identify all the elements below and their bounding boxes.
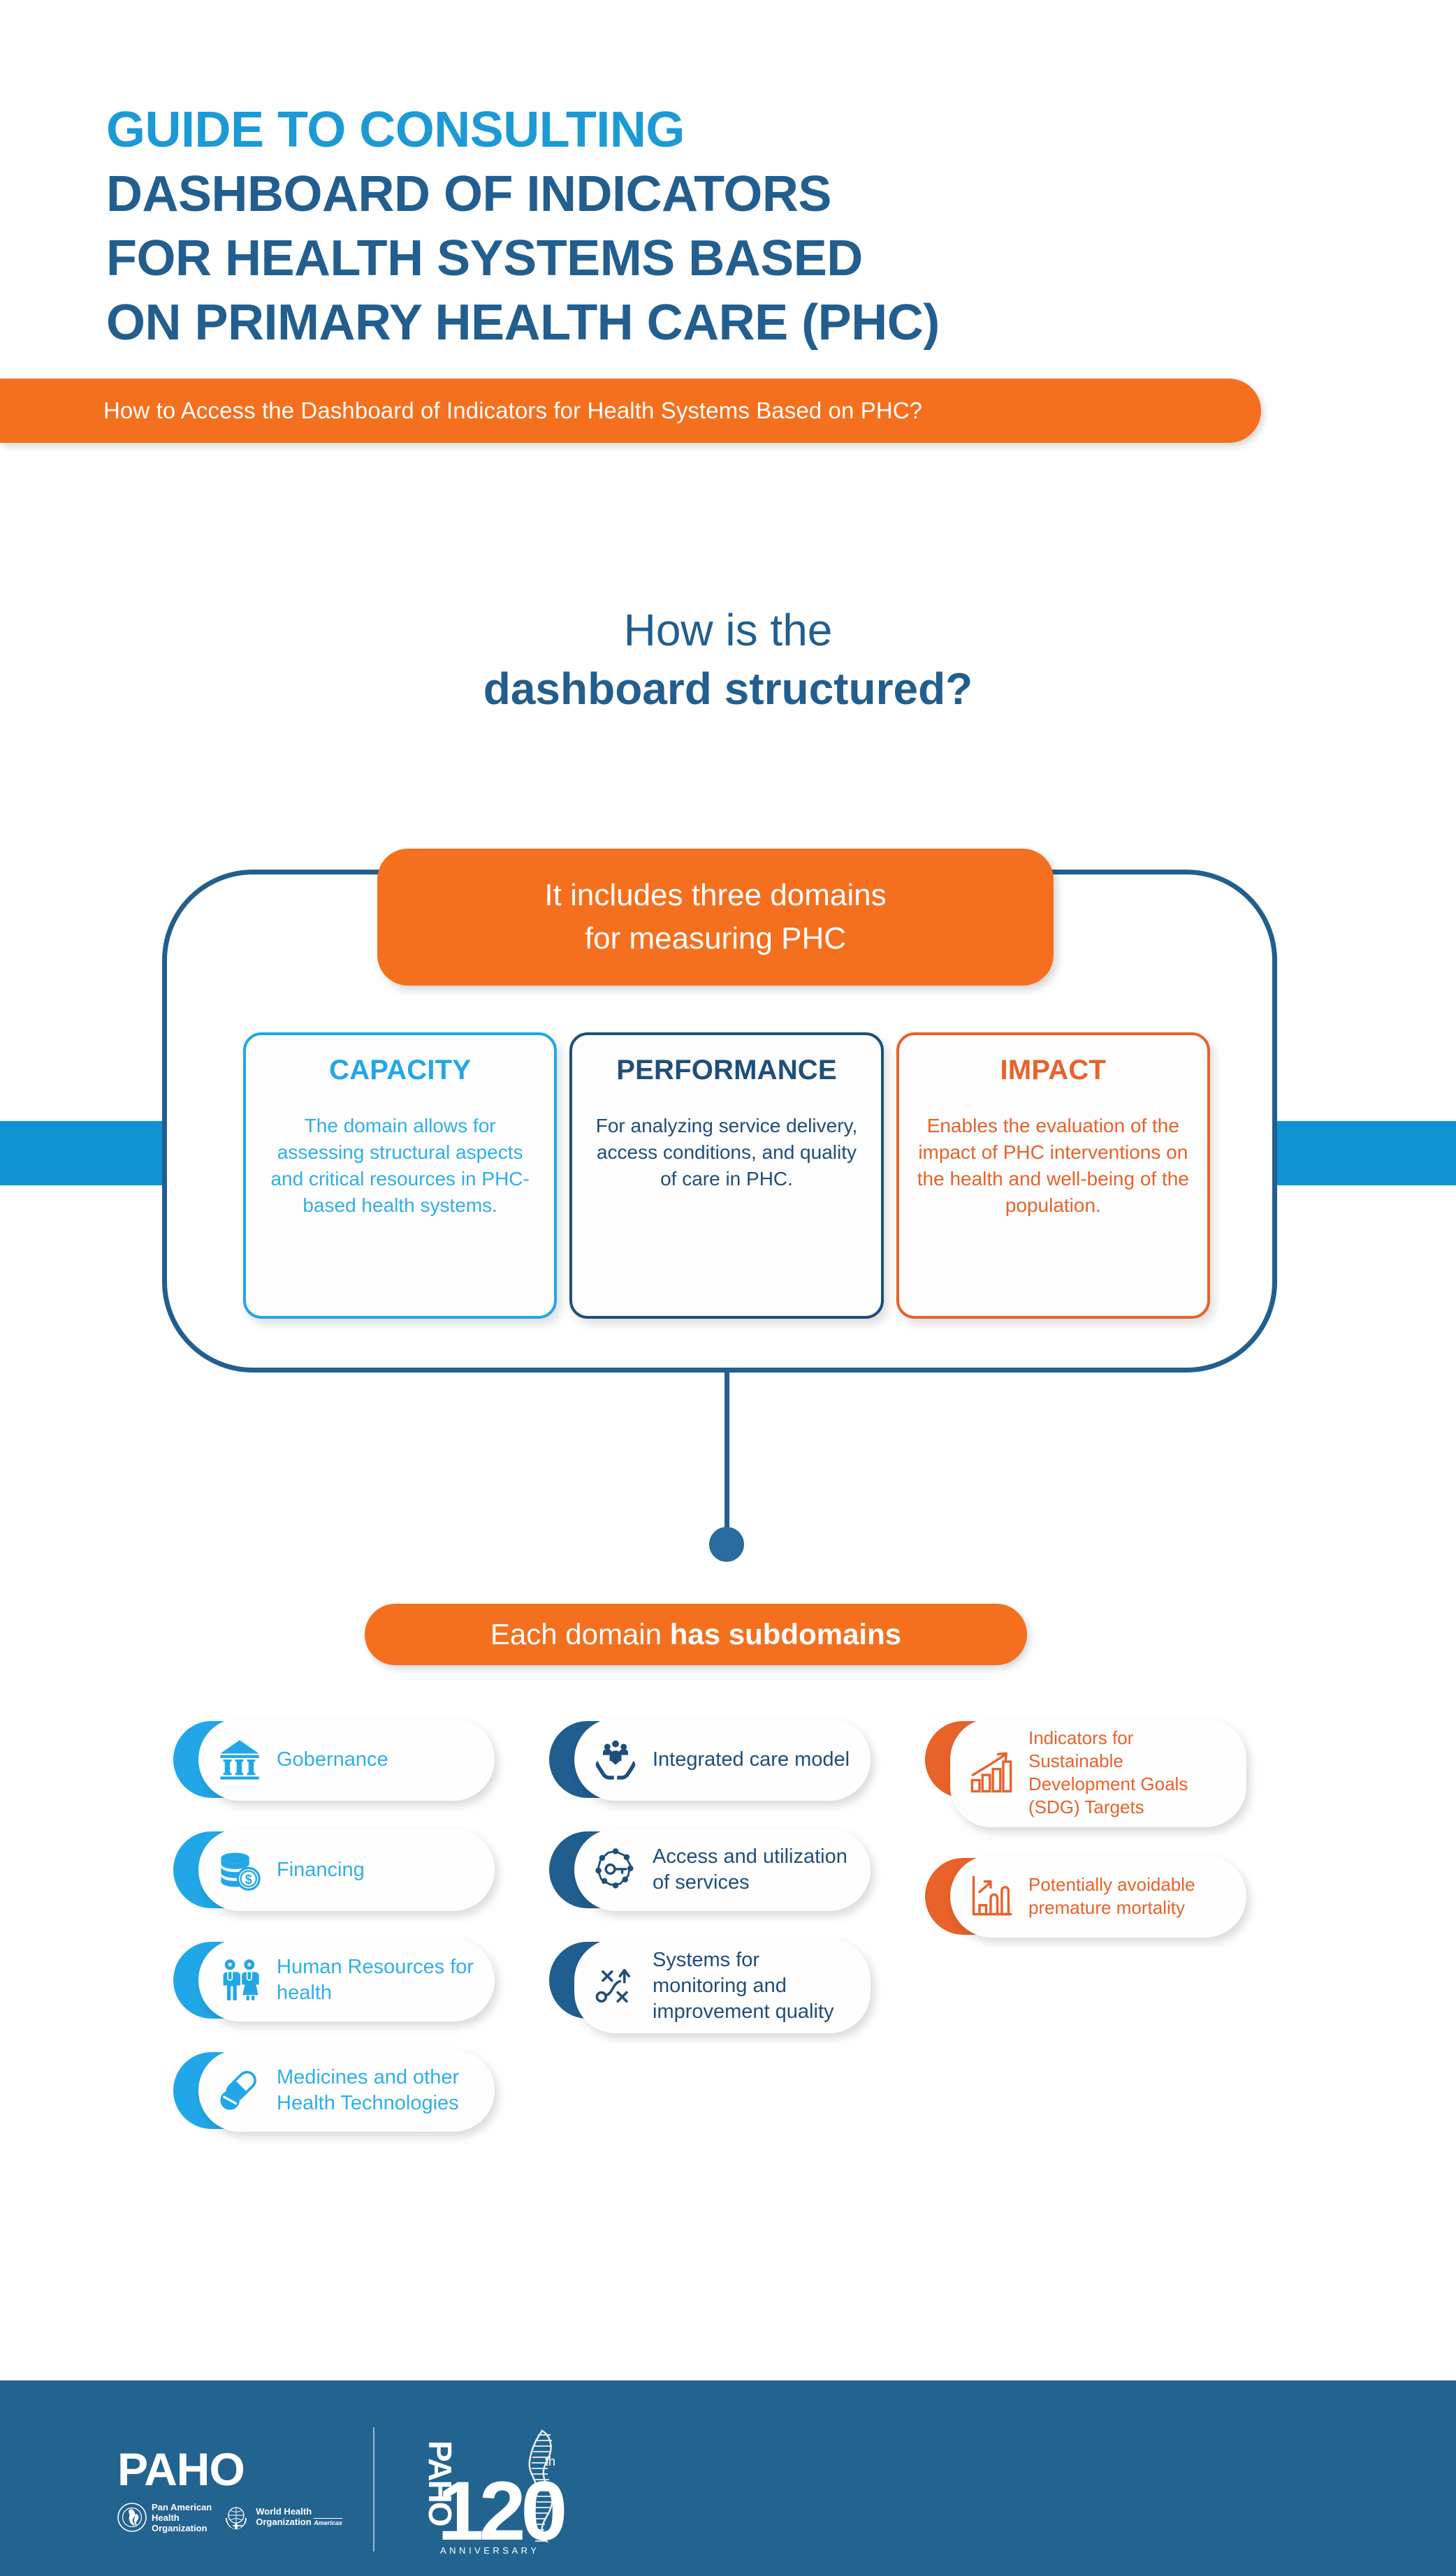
connector-dot [709, 1527, 744, 1562]
domain-card-impact-title: IMPACT [1000, 1055, 1107, 1085]
health-workers-icon [214, 1954, 265, 2006]
subdomains-banner-label: Each domain has subdomains [490, 1618, 901, 1651]
subdomain-label: Access and utilization of services [653, 1845, 847, 1894]
who-name-line-2: Organization [256, 2517, 312, 2527]
svg-text:$: $ [245, 1873, 252, 1887]
domain-card-capacity[interactable]: CAPACITY The domain allows for assessing… [243, 1032, 558, 1319]
footer-bar: PAHO Pan American Health Organization Wo… [0, 2380, 1456, 2576]
domain-card-performance[interactable]: PERFORMANCE For analyzing service delive… [569, 1032, 884, 1319]
three-domains-banner: It includes three domains for measuring … [377, 849, 1054, 986]
title-line-1: GUIDE TO CONSULTING [106, 102, 685, 158]
domain-cards-row: CAPACITY The domain allows for assessing… [243, 1032, 1210, 1319]
three-domains-line-2: for measuring PHC [584, 921, 847, 956]
hands-people-heart-icon [590, 1734, 641, 1785]
who-americas-label: Americas [314, 2518, 342, 2526]
coins-dollar-icon: $ [214, 1844, 265, 1896]
subdomain-label: Integrated care model [653, 1748, 850, 1771]
title-line-2: DASHBOARD OF INDICATORS [106, 166, 831, 222]
connector-stem [725, 1371, 729, 1533]
subdomain-item-financing[interactable]: $ Financing [173, 1829, 495, 1911]
svg-text:120: 120 [437, 2464, 564, 2558]
domain-card-capacity-body: The domain allows for assessing structur… [270, 1115, 530, 1216]
section-question-line-1: How is the [623, 605, 833, 655]
subdomain-columns: Gobernance $ Financing Human Resources f… [173, 1718, 1291, 2160]
header-banner-label: How to Access the Dashboard of Indicator… [103, 397, 923, 423]
paho-name-line-3: Organization [152, 2522, 208, 2533]
paho-120-anniversary-logo: PAHO 120 th ANNIVERSARY [405, 2420, 636, 2559]
domain-card-impact-body: Enables the evaluation of the impact of … [917, 1115, 1189, 1216]
domain-card-performance-title: PERFORMANCE [616, 1055, 837, 1085]
title-line-4: ON PRIMARY HEALTH CARE (PHC) [106, 295, 940, 351]
svg-text:ANNIVERSARY: ANNIVERSARY [440, 2545, 539, 2556]
pill-body[interactable]: Access and utilization of services [574, 1829, 871, 1911]
subdomain-label: Systems for monitoring and improvement q… [653, 1949, 834, 2023]
subdomains-banner-emphasis: has subdomains [669, 1618, 902, 1651]
paho-organizations: Pan American Health Organization World H… [117, 2502, 342, 2533]
subdomain-label: Medicines and other Health Technologies [277, 2066, 460, 2114]
paho-logo: PAHO Pan American Health Organization Wo… [117, 2446, 342, 2533]
subdomain-column-capacity: Gobernance $ Financing Human Resources f… [173, 1718, 495, 2160]
pill-body[interactable]: Indicators for Sustainable Development G… [950, 1718, 1246, 1827]
paho-name-line-2: Health [152, 2512, 180, 2523]
pill-body[interactable]: Potentially avoidable premature mortalit… [950, 1855, 1246, 1938]
subdomains-banner-prefix: Each domain [490, 1618, 670, 1651]
subdomain-label: Potentially avoidable premature mortalit… [1028, 1874, 1195, 1918]
paho-wordmark: PAHO [117, 2443, 245, 2495]
decorative-band-right [1273, 1121, 1456, 1185]
decorative-band-left [0, 1121, 165, 1185]
header-banner: How to Access the Dashboard of Indicator… [0, 379, 1261, 443]
subdomain-item-monitoring-systems[interactable]: Systems for monitoring and improvement q… [549, 1939, 871, 2033]
subdomain-item-sdg-targets[interactable]: Indicators for Sustainable Development G… [925, 1718, 1246, 1827]
subdomain-label: Human Resources for health [277, 1956, 474, 2004]
subdomain-item-human-resources[interactable]: Human Resources for health [173, 1939, 495, 2021]
subdomain-label: Financing [277, 1858, 365, 1881]
pill-body[interactable]: Gobernance [198, 1718, 495, 1801]
domain-card-impact[interactable]: IMPACT Enables the evaluation of the imp… [896, 1032, 1210, 1319]
subdomain-item-gobernance[interactable]: Gobernance [173, 1718, 495, 1801]
who-name-line-1: World Health [256, 2506, 312, 2517]
world-health-organization-lockup: World Health Organization Americas [221, 2502, 342, 2533]
footer-logo-group: PAHO Pan American Health Organization Wo… [117, 2420, 636, 2559]
subdomain-item-access-utilization[interactable]: Access and utilization of services [549, 1829, 871, 1911]
who-emblem-icon [221, 2503, 251, 2532]
bar-chart-axis-icon [966, 1871, 1017, 1922]
subdomain-label: Indicators for Sustainable Development G… [1028, 1727, 1188, 1817]
subdomains-banner: Each domain has subdomains [365, 1604, 1027, 1665]
pill-body[interactable]: $ Financing [198, 1829, 495, 1911]
subdomain-column-performance: Integrated care model Access and utiliza… [549, 1718, 871, 2160]
section-question: How is the dashboard structured? [0, 601, 1456, 718]
domain-card-performance-body: For analyzing service delivery, access c… [595, 1115, 858, 1190]
section-question-line-2: dashboard structured? [483, 664, 973, 714]
infographic-page: GUIDE TO CONSULTING DASHBOARD OF INDICAT… [0, 0, 1456, 2576]
pill-body[interactable]: Medicines and other Health Technologies [198, 2049, 495, 2132]
world-health-organization-label: World Health Organization Americas [256, 2506, 342, 2529]
pill-body[interactable]: Human Resources for health [198, 1939, 495, 2021]
paho-seal-icon [117, 2503, 147, 2532]
domain-card-capacity-title: CAPACITY [329, 1055, 472, 1085]
pill-body[interactable]: Systems for monitoring and improvement q… [574, 1939, 871, 2033]
pan-american-health-organization-label: Pan American Health Organization [152, 2502, 212, 2533]
subdomain-item-medicines[interactable]: Medicines and other Health Technologies [173, 2049, 495, 2132]
pan-american-health-organization-lockup: Pan American Health Organization [117, 2502, 212, 2533]
subdomain-item-premature-mortality[interactable]: Potentially avoidable premature mortalit… [925, 1855, 1246, 1938]
page-title: GUIDE TO CONSULTING DASHBOARD OF INDICAT… [106, 98, 1224, 355]
subdomain-item-integrated-care[interactable]: Integrated care model [549, 1718, 871, 1801]
bar-chart-rising-icon [966, 1747, 1017, 1799]
title-line-3: FOR HEALTH SYSTEMS BASED [106, 230, 863, 286]
subdomain-label: Gobernance [277, 1748, 388, 1771]
bank-building-icon [214, 1734, 265, 1785]
footer-divider [372, 2427, 374, 2552]
pill-capsule-icon [214, 2065, 265, 2116]
three-domains-line-1: It includes three domains [544, 878, 887, 912]
subdomain-column-impact: Indicators for Sustainable Development G… [925, 1718, 1246, 2160]
key-network-icon [590, 1844, 641, 1896]
pathway-arrow-icon [590, 1961, 641, 2012]
pill-body[interactable]: Integrated care model [574, 1718, 871, 1801]
paho-name-line-1: Pan American [152, 2501, 212, 2512]
